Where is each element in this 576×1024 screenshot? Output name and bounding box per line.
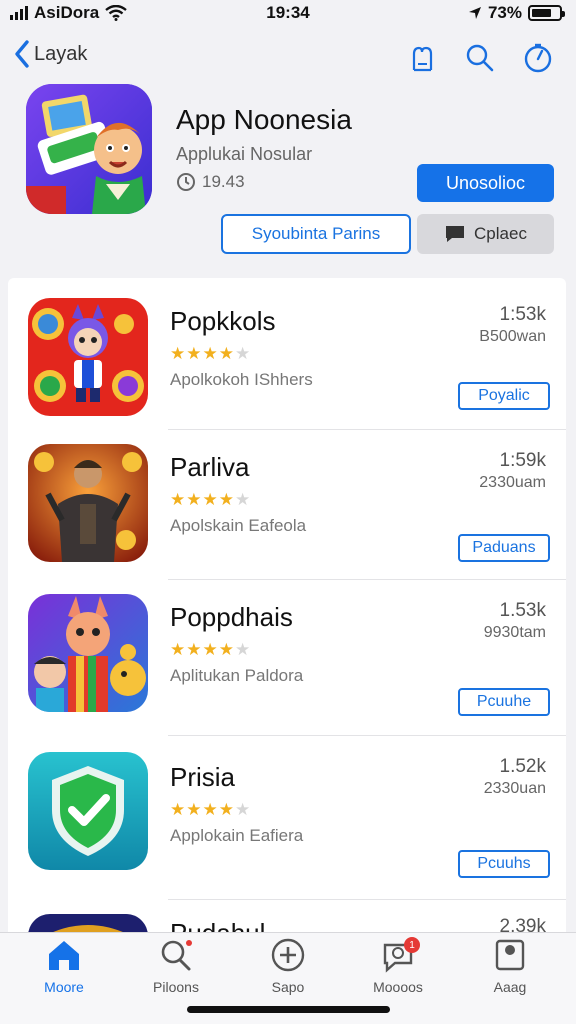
rating-stars: ★★★★★ <box>170 800 252 819</box>
app-size: 1.53k <box>499 600 546 621</box>
app-category: Aplitukan Paldora <box>170 666 304 685</box>
rating-stars: ★★★★★ <box>170 640 252 659</box>
list-item[interactable]: Parliva ★★★★★ Apolskain Eafeola 1:59k 23… <box>8 430 566 580</box>
plus-circle-icon <box>271 938 305 972</box>
app-meta: 19.43 <box>176 172 245 192</box>
app-category: Applokain Eafiera <box>170 826 304 845</box>
app-downloads: 9930tam <box>483 624 546 641</box>
app-icon-prisia <box>28 752 148 870</box>
app-list: Popkkols ★★★★★ Apolkokoh IShhers 1:53k B… <box>8 278 566 938</box>
tab-label: Aaag <box>493 979 527 995</box>
tab-search[interactable]: Piloons <box>126 937 226 997</box>
signal-icon <box>10 6 28 20</box>
list-item[interactable]: Poppdhais ★★★★★ Aplitukan Paldora 1.53k … <box>8 580 566 736</box>
tab-home[interactable]: Moore <box>14 937 114 997</box>
get-button[interactable]: Paduans <box>458 534 550 562</box>
back-label: Layak <box>34 42 88 65</box>
app-downloads: 2330uam <box>479 474 546 491</box>
status-bar: AsiDora 19:34 73% <box>0 0 576 26</box>
rating-stars: ★★★★★ <box>170 344 252 363</box>
app-icon-popkkols <box>28 298 148 416</box>
clock-time: 19:34 <box>266 3 310 22</box>
app-name: Parliva <box>170 452 250 482</box>
timer-icon[interactable] <box>522 42 554 74</box>
location-arrow-icon <box>468 7 481 19</box>
list-item[interactable]: Prisia ★★★★★ Applokain Eafiera 1.52k 233… <box>8 736 566 900</box>
get-button[interactable]: Pcuuhs <box>458 850 550 878</box>
gray-action-button[interactable]: Cplaec <box>417 214 554 254</box>
app-name: Popkkols <box>170 306 276 336</box>
profile-icon[interactable] <box>406 42 438 74</box>
tab-label: Moooos <box>373 979 423 995</box>
app-icon-cartoon <box>26 84 152 214</box>
rating-stars: ★★★★★ <box>170 490 252 509</box>
primary-action-button[interactable]: Unosolioc <box>417 164 554 202</box>
list-item[interactable]: Popkkols ★★★★★ Apolkokoh IShhers 1:53k B… <box>8 278 566 430</box>
secondary-action-button[interactable]: Syoubinta Parins <box>221 214 411 254</box>
app-size: 1.52k <box>499 756 546 777</box>
app-category: Apolskain Eafeola <box>170 516 307 535</box>
tab-messages[interactable]: 1 Moooos <box>348 937 448 997</box>
chevron-left-icon <box>15 40 29 68</box>
app-title: App Noonesia <box>176 104 352 135</box>
tab-label: Sapo <box>271 979 305 995</box>
app-subtitle: Applukai Nosular <box>176 144 313 164</box>
battery-percent: 73% <box>487 3 522 22</box>
app-size: 1:59k <box>499 450 546 471</box>
tab-label: Moore <box>44 979 84 995</box>
tab-add[interactable]: Sapo <box>238 937 338 997</box>
back-button[interactable]: Layak <box>14 40 87 68</box>
app-meta-value: 19.43 <box>202 172 245 191</box>
app-icon-parliva <box>28 444 148 562</box>
clock-icon <box>177 173 195 191</box>
app-downloads: 2330uan <box>483 780 546 797</box>
carrier-label: AsiDora <box>34 3 100 22</box>
app-downloads: B500wan <box>479 328 546 345</box>
search-icon[interactable] <box>464 42 496 74</box>
get-button[interactable]: Pcuuhe <box>458 688 550 716</box>
tab-label: Piloons <box>153 979 199 995</box>
home-indicator <box>187 1006 390 1013</box>
notification-badge: 1 <box>404 937 420 953</box>
home-icon <box>49 941 79 970</box>
nav-bar: Layak <box>0 36 576 80</box>
app-name: Prisia <box>170 762 236 792</box>
gray-action-label: Cplaec <box>474 224 527 243</box>
search-icon <box>161 940 192 971</box>
get-button[interactable]: Poyalic <box>458 382 550 410</box>
wifi-icon <box>105 5 127 21</box>
tab-apps[interactable]: Aaag <box>460 937 560 997</box>
app-size: 1:53k <box>499 304 546 325</box>
app-square-icon <box>495 939 525 971</box>
battery-icon <box>528 5 565 21</box>
app-category: Apolkokoh IShhers <box>170 370 313 389</box>
message-icon <box>446 226 465 242</box>
app-name: Poppdhais <box>170 602 293 632</box>
app-icon-poppdhais <box>28 594 148 712</box>
